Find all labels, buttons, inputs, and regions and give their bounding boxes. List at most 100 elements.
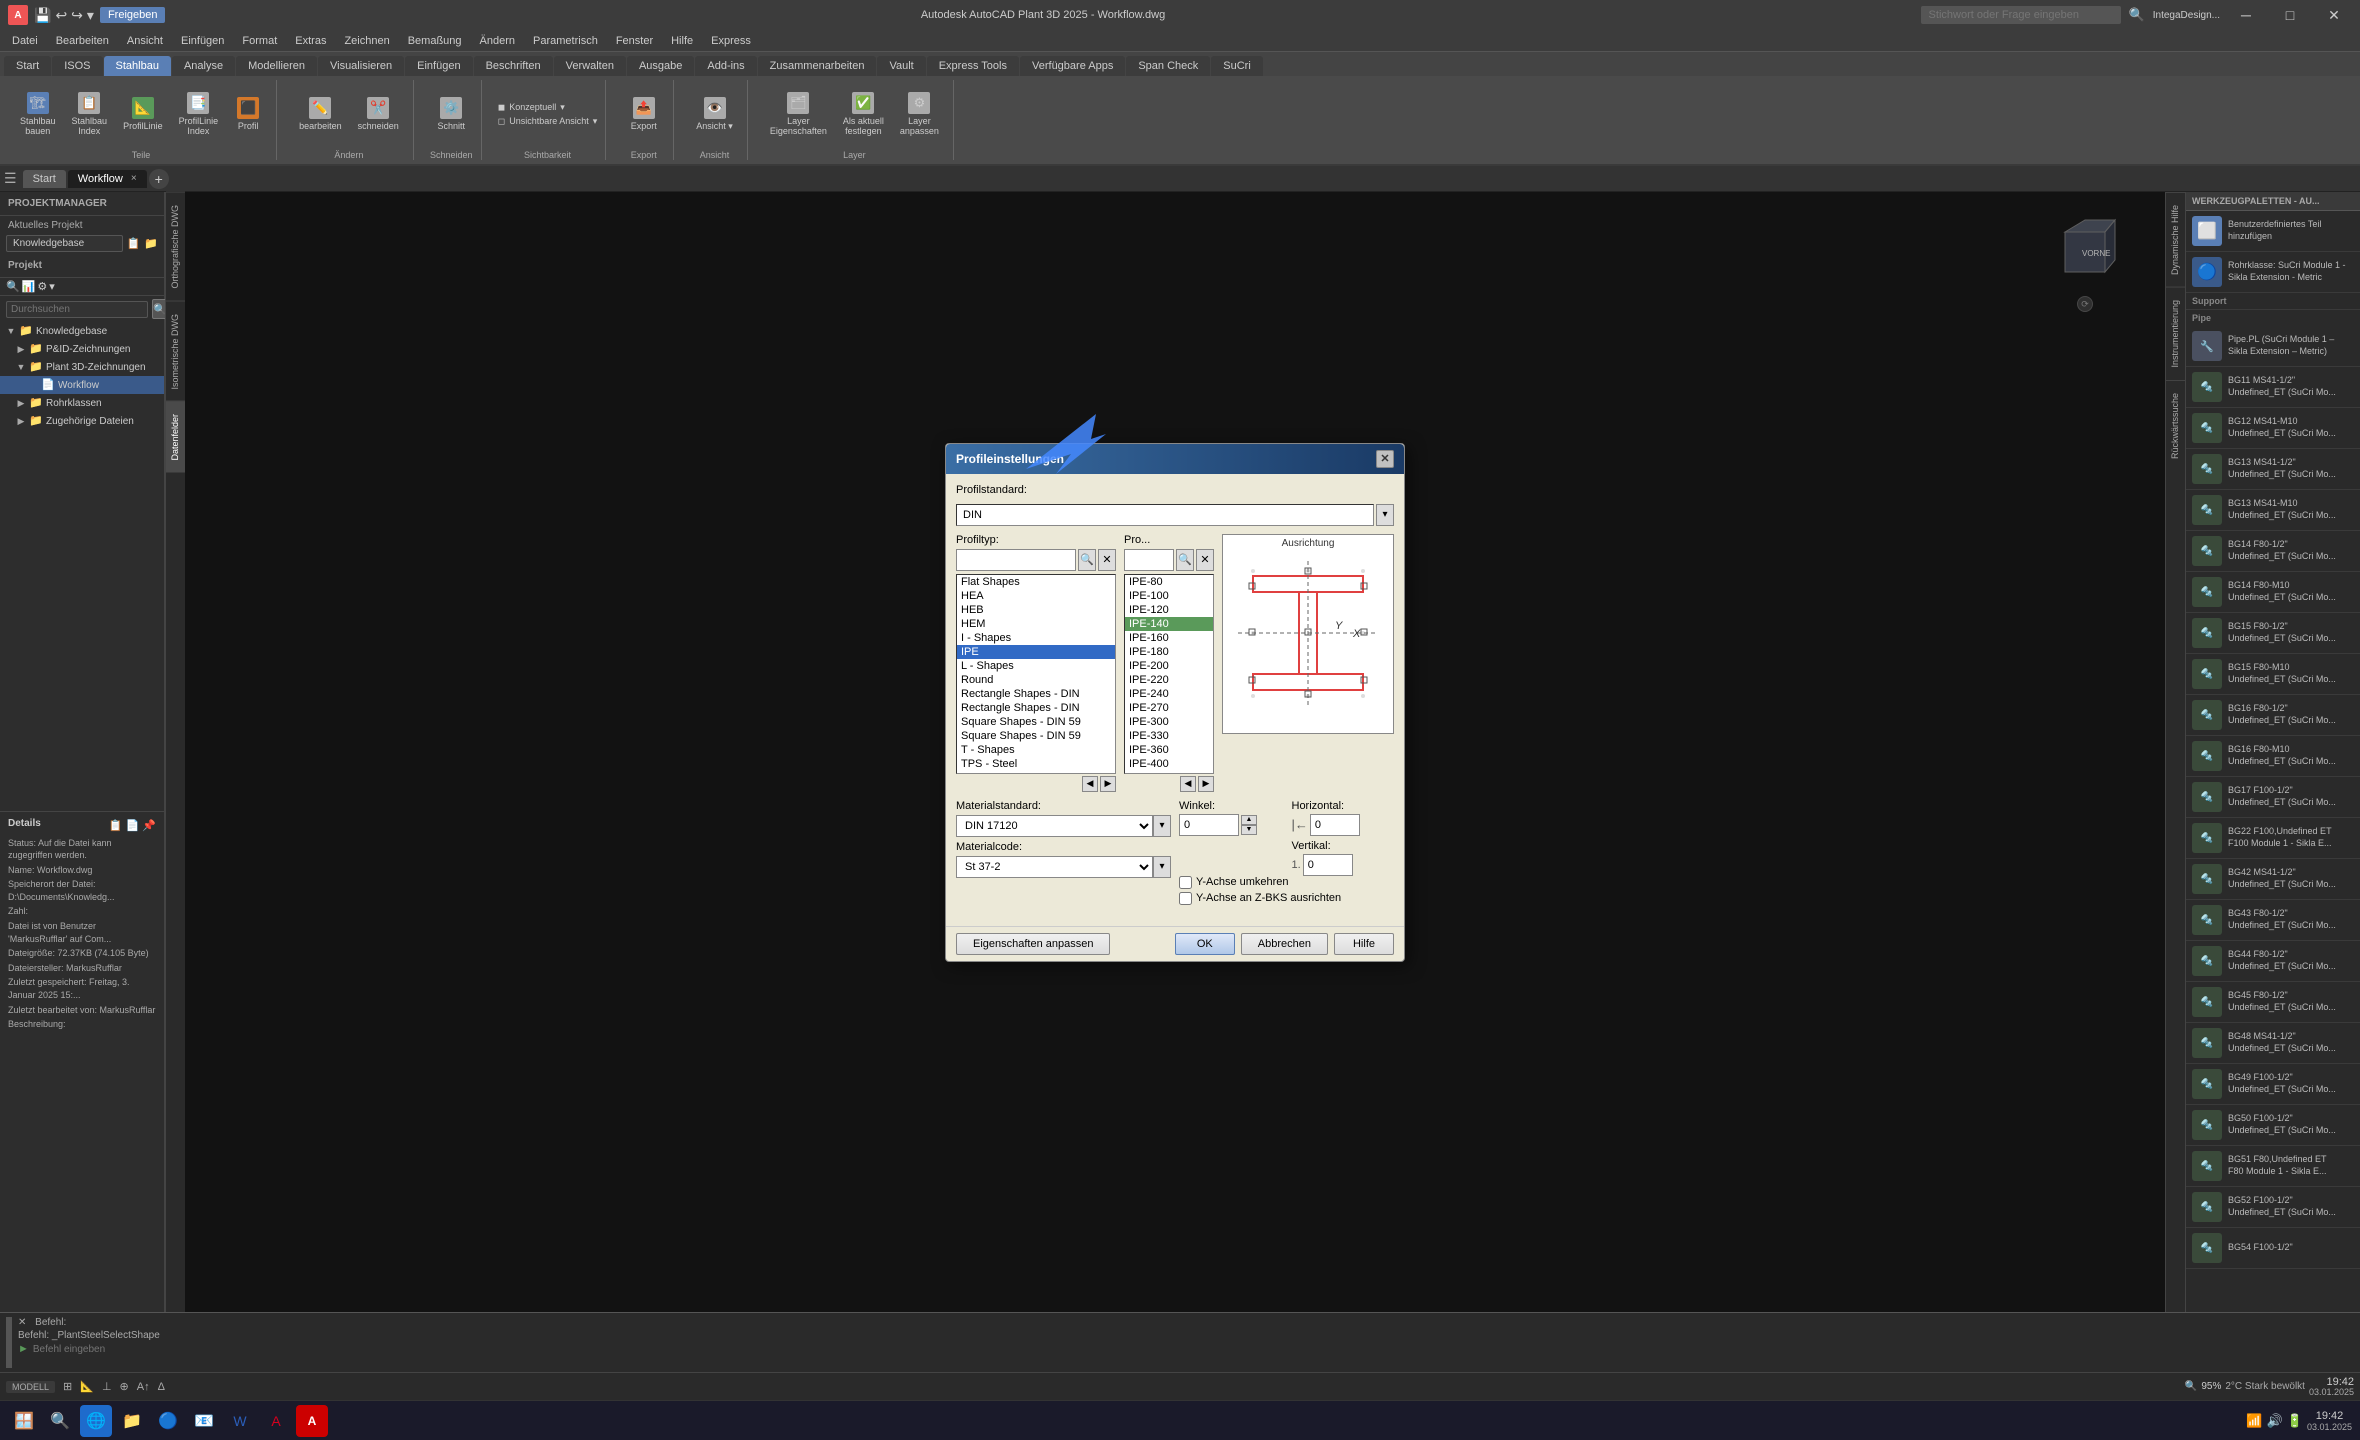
status-anno[interactable]: A↑	[137, 1381, 150, 1393]
rp-bg50[interactable]: 🔩 BG50 F100-1/2"Undefined_ET (SuCri Mo..…	[2186, 1105, 2360, 1146]
btn-schneiden[interactable]: ✂️ schneiden	[352, 93, 405, 135]
quick-access-icons[interactable]: 💾 ↩ ↪ ▾	[34, 7, 94, 24]
rp-bg11[interactable]: 🔩 BG11 MS41-1/2"Undefined_ET (SuCri Mo..…	[2186, 367, 2360, 408]
project-selector[interactable]: Knowledgebase	[6, 235, 123, 252]
btn-stahlbau-bauen[interactable]: 🏗 Stahlbaubauen	[14, 88, 62, 140]
status-zoom-value[interactable]: 95%	[2201, 1381, 2221, 1392]
rp-bg15[interactable]: 🔩 BG15 F80-1/2"Undefined_ET (SuCri Mo...	[2186, 613, 2360, 654]
size-ipe240[interactable]: IPE-240	[1125, 687, 1213, 701]
qa-more[interactable]: ▾	[87, 7, 94, 24]
winkel-up[interactable]: ▲	[1241, 815, 1257, 825]
size-ipe100[interactable]: IPE-100	[1125, 589, 1213, 603]
size-ipe270[interactable]: IPE-270	[1125, 701, 1213, 715]
btn-profillinie-index[interactable]: 📑 ProfilLinieIndex	[173, 88, 225, 140]
status-ws[interactable]: Δ	[158, 1381, 165, 1393]
profiltyp-clear-btn[interactable]: ✕	[1098, 549, 1116, 571]
rp-bg14m10[interactable]: 🔩 BG14 F80-M10Undefined_ET (SuCri Mo...	[2186, 572, 2360, 613]
type-sq-din2[interactable]: Square Shapes - DIN 59	[957, 729, 1115, 743]
size-ipe400[interactable]: IPE-400	[1125, 757, 1213, 771]
tab-zusammenarbeiten[interactable]: Zusammenarbeiten	[758, 56, 877, 76]
size-search[interactable]	[1124, 549, 1174, 571]
menu-hilfe[interactable]: Hilfe	[663, 33, 701, 49]
btn-bearbeiten[interactable]: ✏️ bearbeiten	[293, 93, 348, 135]
rp-bg16m10[interactable]: 🔩 BG16 F80-M10Undefined_ET (SuCri Mo...	[2186, 736, 2360, 777]
status-snap[interactable]: 📐	[80, 1380, 94, 1393]
rp-bg45[interactable]: 🔩 BG45 F80-1/2"Undefined_ET (SuCri Mo...	[2186, 982, 2360, 1023]
project-tools-icon2[interactable]: 📊	[22, 280, 36, 293]
type-rect-din1[interactable]: Rectangle Shapes - DIN	[957, 687, 1115, 701]
type-heb[interactable]: HEB	[957, 603, 1115, 617]
cmd-input[interactable]	[33, 1344, 2354, 1355]
taskbar-volume[interactable]: 🔊	[2267, 1413, 2283, 1429]
details-icon2[interactable]: 📄	[126, 819, 140, 832]
taskbar-word[interactable]: W	[224, 1405, 256, 1437]
taskbar-chrome[interactable]: 🔵	[152, 1405, 184, 1437]
konzeptuell-arrow[interactable]: ▾	[560, 102, 565, 113]
rp-bg16[interactable]: 🔩 BG16 F80-1/2"Undefined_ET (SuCri Mo...	[2186, 695, 2360, 736]
rp-bg15m10[interactable]: 🔩 BG15 F80-M10Undefined_ET (SuCri Mo...	[2186, 654, 2360, 695]
project-config-icon[interactable]: 📋	[127, 237, 141, 250]
vtab-dynamisch[interactable]: Dynamische Hilfe	[2166, 192, 2185, 287]
menu-fenster[interactable]: Fenster	[608, 33, 661, 49]
rp-bg13m10[interactable]: 🔩 BG13 MS41-M10Undefined_ET (SuCri Mo...	[2186, 490, 2360, 531]
menu-extras[interactable]: Extras	[287, 33, 334, 49]
btn-ansicht[interactable]: 👁️ Ansicht ▾	[690, 93, 739, 136]
size-clear-btn[interactable]: ✕	[1196, 549, 1214, 571]
rp-bg12[interactable]: 🔩 BG12 MS41-M10Undefined_ET (SuCri Mo...	[2186, 408, 2360, 449]
profiltyp-list[interactable]: Flat Shapes HEA HEB HEM I - Shapes IPE L…	[956, 574, 1116, 774]
tab-stahlbau[interactable]: Stahlbau	[104, 56, 171, 76]
search-icon[interactable]: 🔍	[2129, 7, 2145, 23]
command-resize-handle[interactable]	[6, 1317, 12, 1368]
profiltyp-nav-right[interactable]: ▶	[1100, 776, 1116, 792]
status-grid[interactable]: ⊞	[63, 1380, 72, 1393]
tab-vault[interactable]: Vault	[877, 56, 925, 76]
tree-plant3d[interactable]: ▼ 📁 Plant 3D-Zeichnungen	[0, 358, 164, 376]
type-t-shapes[interactable]: T - Shapes	[957, 743, 1115, 757]
rp-bg44[interactable]: 🔩 BG44 F80-1/2"Undefined_ET (SuCri Mo...	[2186, 941, 2360, 982]
tab-workflow-item[interactable]: Workflow ×	[68, 170, 147, 188]
type-hea[interactable]: HEA	[957, 589, 1115, 603]
vtab-instrument[interactable]: Instrumentierung	[2166, 287, 2185, 380]
menu-bemassung[interactable]: Bemaßung	[400, 33, 470, 49]
menu-datei[interactable]: Datei	[4, 33, 46, 49]
mat-code-arrow[interactable]: ▾	[1153, 856, 1171, 878]
vtab-iso[interactable]: Isometrische DWG	[166, 301, 185, 402]
cb-z-bks[interactable]	[1179, 892, 1192, 905]
menu-aendern[interactable]: Ändern	[472, 33, 523, 49]
tree-knowledgebase[interactable]: ▼ 📁 Knowledgebase	[0, 322, 164, 340]
type-sq-din1[interactable]: Square Shapes - DIN 59	[957, 715, 1115, 729]
size-ipe450[interactable]: IPE-450	[1125, 771, 1213, 774]
mat-standard-select[interactable]: DIN 17120	[956, 815, 1153, 837]
status-ortho[interactable]: ⊥	[102, 1380, 112, 1393]
rp-rohrklasse-item[interactable]: 🔵 Rohrklasse: SuCri Module 1 - Sikla Ext…	[2186, 252, 2360, 293]
btn-profillinie[interactable]: 📐 ProfilLinie	[117, 93, 169, 135]
size-ipe200[interactable]: IPE-200	[1125, 659, 1213, 673]
tab-ausgabe[interactable]: Ausgabe	[627, 56, 694, 76]
menu-zeichnen[interactable]: Zeichnen	[336, 33, 397, 49]
rp-bg14[interactable]: 🔩 BG14 F80-1/2"Undefined_ET (SuCri Mo...	[2186, 531, 2360, 572]
freigeben-btn[interactable]: Freigeben	[100, 7, 166, 23]
new-tab-button[interactable]: +	[149, 169, 169, 189]
menu-express[interactable]: Express	[703, 33, 759, 49]
horizontal-input[interactable]	[1310, 814, 1360, 836]
taskbar-search[interactable]: 🔍	[44, 1405, 76, 1437]
size-ipe80[interactable]: IPE-80	[1125, 575, 1213, 589]
winkel-input[interactable]	[1179, 814, 1239, 836]
type-tps[interactable]: TPS - Steel	[957, 757, 1115, 771]
size-ipe220[interactable]: IPE-220	[1125, 673, 1213, 687]
btn-layer-anpassen[interactable]: ⚙ Layeranpassen	[894, 88, 945, 140]
cb-y-umkehren[interactable]	[1179, 876, 1192, 889]
tab-expresstools[interactable]: Express Tools	[927, 56, 1019, 76]
size-ipe160[interactable]: IPE-160	[1125, 631, 1213, 645]
type-ipe[interactable]: IPE	[957, 645, 1115, 659]
tab-bar-menu[interactable]: ☰	[4, 170, 17, 187]
size-ipe140[interactable]: IPE-140	[1125, 617, 1213, 631]
project-tools-icon3[interactable]: ⚙	[37, 280, 47, 293]
btn-layer-eigenschaften[interactable]: 🗂 LayerEigenschaften	[764, 88, 833, 140]
tab-modellieren[interactable]: Modellieren	[236, 56, 317, 76]
size-ipe330[interactable]: IPE-330	[1125, 729, 1213, 743]
menu-bearbeiten[interactable]: Bearbeiten	[48, 33, 117, 49]
rp-pipe-item[interactable]: 🔧 Pipe.PL (SuCri Module 1 – Sikla Extens…	[2186, 326, 2360, 367]
btn-stahlbau-index[interactable]: 📋 StahlbauIndex	[66, 88, 114, 140]
tab-visualisieren[interactable]: Visualisieren	[318, 56, 404, 76]
